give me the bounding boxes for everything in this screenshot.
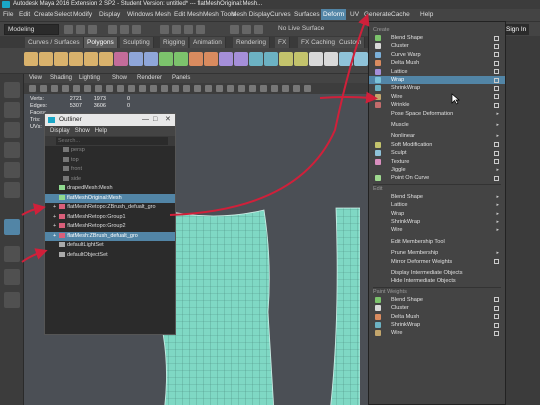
arrow-outliner-to-deform (169, 13, 370, 216)
arrow-to-flat-mesh-group (21, 248, 48, 263)
arrow-to-wrap-item (319, 91, 378, 104)
mouse-cursor-icon (451, 93, 460, 105)
arrow-to-flat-mesh-original (21, 203, 46, 216)
annotation-arrows (21, 13, 378, 263)
